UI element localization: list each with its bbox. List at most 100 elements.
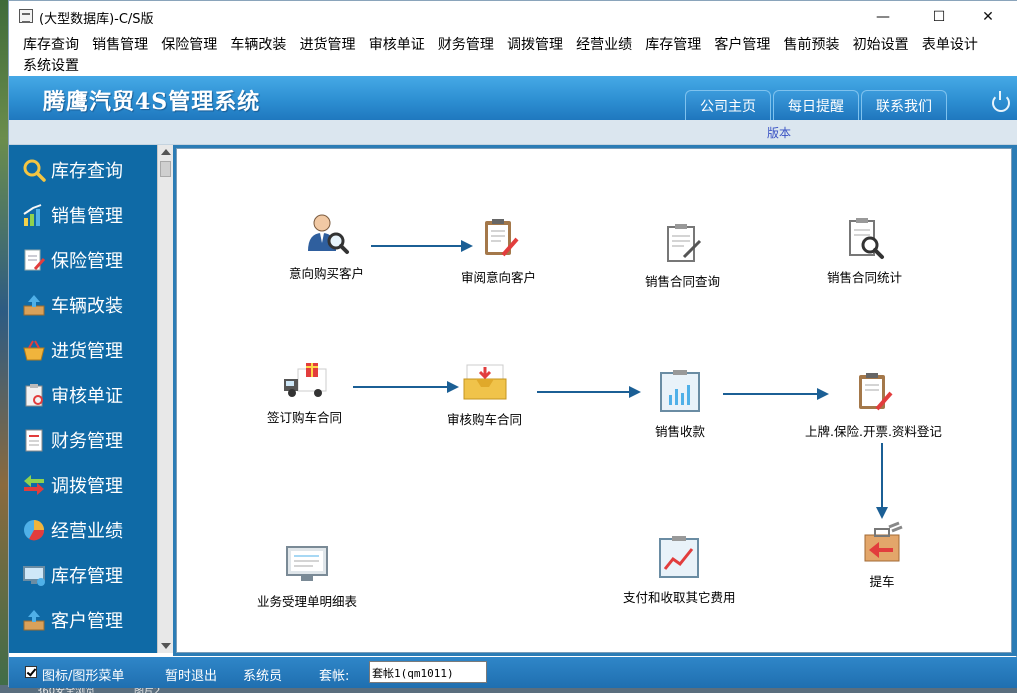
node-contract-stats[interactable]: 销售合同统计 — [827, 217, 902, 286]
tab-contact-us[interactable]: 联系我们 — [861, 90, 947, 120]
sidebar-item-insurance[interactable]: 保险管理 — [9, 237, 157, 282]
upload-box-icon — [23, 609, 45, 630]
menu-item-system-settings[interactable]: 系统设置 — [23, 56, 79, 76]
menu-item-purchasing[interactable]: 进货管理 — [300, 35, 356, 55]
node-other-fees[interactable]: 支付和收取其它费用 — [623, 535, 736, 606]
scroll-down-icon[interactable] — [161, 643, 171, 649]
sidebar-item-sales[interactable]: 销售管理 — [9, 192, 157, 237]
clipboard-pen-icon — [484, 219, 519, 257]
magnifier-icon — [23, 159, 46, 182]
menu-item-presale[interactable]: 售前预装 — [784, 35, 840, 55]
menu-item-sales[interactable]: 销售管理 — [92, 35, 148, 55]
trend-chart-icon — [659, 536, 700, 578]
node-prospect[interactable]: 意向购买客户 — [289, 211, 364, 282]
app-icon — [19, 9, 33, 23]
header-banner: 腾鹰汽贸4S管理系统 公司主页 每日提醒 联系我们 — [9, 76, 1017, 120]
scroll-thumb[interactable] — [160, 161, 171, 177]
clipboard-pen-icon — [859, 373, 893, 411]
toolbox-arrow-icon — [864, 521, 903, 562]
monitor-report-icon — [286, 546, 328, 581]
version-link[interactable]: 版本 — [767, 124, 791, 141]
icon-menu-checkbox[interactable] — [25, 666, 37, 678]
close-button[interactable]: ✕ — [965, 1, 1011, 32]
node-label: 签订购车合同 — [267, 410, 343, 425]
pie-chart-icon — [24, 519, 45, 540]
window-title: (大型数据库)-C/S版 — [39, 12, 154, 27]
sidebar-item-label: 调拨管理 — [51, 475, 123, 497]
main-content: 意向购买客户 审阅意向客户 销售合同查询 销售合同统计 签订购车合同 审核购车合… — [173, 145, 1017, 656]
app-window: (大型数据库)-C/S版 — ☐ ✕ 库存查询 销售管理 保险管理 车辆改装 进… — [8, 0, 1017, 688]
document-icon — [25, 429, 43, 451]
menu-item-transfer[interactable]: 调拨管理 — [507, 35, 563, 55]
node-label: 审核购车合同 — [447, 412, 523, 427]
menu-item-modification[interactable]: 车辆改装 — [230, 35, 286, 55]
flow-arrow — [353, 381, 459, 393]
flow-arrow — [537, 386, 641, 398]
menu-item-form-design[interactable]: 表单设计 — [922, 35, 978, 55]
node-label: 审阅意向客户 — [461, 270, 537, 285]
sidebar-item-inventory-query[interactable]: 库存查询 — [9, 147, 157, 192]
node-sign-contract[interactable]: 签订购车合同 — [267, 361, 342, 426]
tab-company-home[interactable]: 公司主页 — [685, 90, 771, 120]
menu-item-inventory[interactable]: 库存管理 — [645, 35, 701, 55]
sidebar-item-customers[interactable]: 客户管理 — [9, 597, 157, 642]
sidebar-item-label: 销售管理 — [51, 205, 123, 227]
node-review-prospect[interactable]: 审阅意向客户 — [461, 217, 536, 286]
document-pen-icon — [24, 249, 46, 270]
maximize-button[interactable]: ☐ — [916, 1, 962, 32]
app-title: 腾鹰汽贸4S管理系统 — [43, 89, 261, 115]
node-label: 意向购买客户 — [289, 266, 365, 281]
node-label: 销售收款 — [655, 424, 706, 439]
icon-menu-label[interactable]: 图标/图形菜单 — [42, 665, 124, 684]
monitor-icon — [23, 565, 45, 586]
sub-header-bar: 版本 — [9, 120, 1017, 145]
menu-item-insurance[interactable]: 保险管理 — [161, 35, 217, 55]
tab-daily-reminder[interactable]: 每日提醒 — [773, 90, 859, 120]
document-edit-icon — [666, 224, 701, 262]
sidebar-item-transfer[interactable]: 调拨管理 — [9, 462, 157, 507]
minimize-button[interactable]: — — [860, 1, 906, 32]
sidebar-item-label: 经营业绩 — [51, 520, 123, 542]
node-sales-payment[interactable]: 销售收款 — [655, 369, 705, 440]
status-bar: 图标/图形菜单 暂时退出 系统员 套帐: 套帐1(qm1011) — [9, 657, 1017, 688]
swap-arrows-icon — [24, 474, 44, 495]
node-label: 上牌.保险.开票.资料登记 — [805, 424, 942, 439]
menu-item-finance[interactable]: 财务管理 — [438, 35, 494, 55]
exit-button[interactable]: 暂时退出 — [165, 665, 217, 684]
account-field[interactable]: 套帐1(qm1011) — [369, 661, 487, 683]
node-label: 提车 — [869, 574, 895, 589]
sidebar-item-inventory[interactable]: 库存管理 — [9, 552, 157, 597]
menu-item-audit[interactable]: 审核单证 — [369, 35, 425, 55]
sidebar-item-audit[interactable]: 审核单证 — [9, 372, 157, 417]
sidebar-item-label: 客户管理 — [51, 610, 123, 632]
sidebar-item-finance[interactable]: 财务管理 — [9, 417, 157, 462]
node-pickup[interactable]: 提车 — [859, 521, 905, 590]
node-contract-query[interactable]: 销售合同查询 — [645, 223, 720, 290]
report-chart-icon — [660, 370, 700, 412]
menu-item-initial-setup[interactable]: 初始设置 — [853, 35, 909, 55]
scroll-up-icon[interactable] — [161, 149, 171, 155]
node-registration[interactable]: 上牌.保险.开票.资料登记 — [805, 371, 942, 440]
node-review-contract[interactable]: 审核购车合同 — [447, 361, 522, 428]
bar-chart-icon — [23, 203, 42, 226]
sidebar: 库存查询 销售管理 保险管理 车辆改装 进货管理 审核单证 财务管理 调拨管理 — [9, 145, 157, 653]
flow-arrow — [371, 240, 473, 252]
sidebar-scrollbar[interactable] — [157, 145, 173, 653]
sidebar-item-modification[interactable]: 车辆改装 — [9, 282, 157, 327]
node-label: 销售合同查询 — [645, 274, 721, 289]
node-label: 业务受理单明细表 — [257, 594, 358, 609]
header-tabs: 公司主页 每日提醒 联系我们 — [685, 90, 949, 120]
menu-item-customers[interactable]: 客户管理 — [714, 35, 770, 55]
delivery-truck-icon — [283, 363, 326, 397]
sidebar-item-purchasing[interactable]: 进货管理 — [9, 327, 157, 372]
node-business-detail[interactable]: 业务受理单明细表 — [257, 543, 357, 610]
sidebar-item-label: 库存查询 — [51, 160, 123, 182]
node-label: 销售合同统计 — [827, 270, 903, 285]
account-label: 套帐: — [319, 669, 350, 684]
sidebar-item-label: 保险管理 — [51, 250, 123, 272]
sidebar-item-performance[interactable]: 经营业绩 — [9, 507, 157, 552]
menu-item-performance[interactable]: 经营业绩 — [576, 35, 632, 55]
menu-item-inventory-query[interactable]: 库存查询 — [23, 35, 79, 55]
power-icon[interactable] — [992, 91, 1010, 112]
flow-arrow-down — [876, 443, 888, 519]
